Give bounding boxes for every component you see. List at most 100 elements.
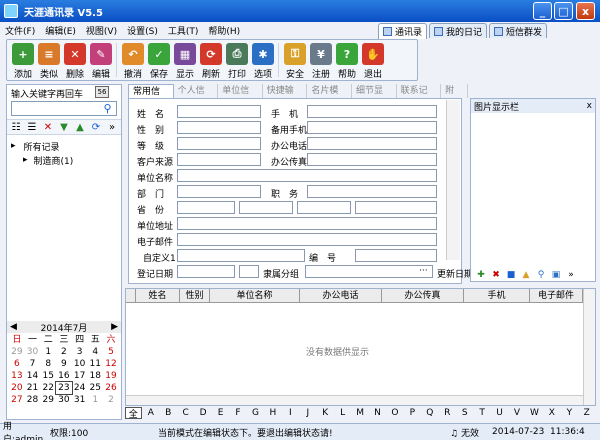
group-input[interactable] xyxy=(305,265,433,278)
form-tab[interactable]: 细节显示 xyxy=(352,84,397,110)
alphabet-filter-C[interactable]: C xyxy=(177,407,193,419)
next-month-icon[interactable]: ▶ xyxy=(111,322,118,332)
grid-column-header[interactable]: 单位名称 xyxy=(210,289,300,302)
group-edit-icon[interactable]: ☰ xyxy=(25,121,39,133)
city-input[interactable] xyxy=(239,201,293,214)
source-input[interactable] xyxy=(177,153,261,166)
calendar-day[interactable]: 13 xyxy=(9,370,25,382)
calendar-day[interactable]: 3 xyxy=(72,346,88,358)
calendar-day[interactable]: 30 xyxy=(25,346,41,358)
group-picker-button[interactable]: ··· xyxy=(419,266,428,276)
toolbar-button-6[interactable]: ▦ 显示 xyxy=(172,40,198,80)
alphabet-filter-W[interactable]: W xyxy=(526,407,542,419)
menu-file[interactable]: 文件(F) xyxy=(0,24,40,37)
form-tab[interactable]: 快捷输入 xyxy=(263,84,308,110)
calendar-day[interactable]: 11 xyxy=(87,358,103,370)
toolbar-button-11[interactable]: ¥ 注册 xyxy=(308,40,334,80)
calendar-day[interactable]: 24 xyxy=(72,382,88,394)
alphabet-filter-全[interactable]: 全 xyxy=(125,407,142,420)
calendar-day[interactable]: 20 xyxy=(9,382,25,394)
save-image-icon[interactable]: ■ xyxy=(505,269,517,280)
group-add-icon[interactable]: ☷ xyxy=(9,121,23,133)
email-input[interactable] xyxy=(177,233,437,246)
calendar-day[interactable]: 17 xyxy=(72,370,88,382)
refresh-tree-icon[interactable]: ⟳ xyxy=(89,121,103,133)
calendar-day[interactable]: 2 xyxy=(103,394,119,406)
position-input[interactable] xyxy=(307,185,437,198)
alphabet-filter-M[interactable]: M xyxy=(352,407,368,419)
alphabet-filter-K[interactable]: K xyxy=(317,407,333,419)
zoom-image-icon[interactable]: ⚲ xyxy=(535,269,547,280)
minimize-button[interactable]: _ xyxy=(533,2,552,20)
group-delete-icon[interactable]: ✕ xyxy=(41,121,55,133)
form-tab[interactable]: 常用信息 xyxy=(128,84,174,111)
calendar-day[interactable]: 8 xyxy=(40,358,56,370)
alphabet-filter-D[interactable]: D xyxy=(195,407,211,419)
calendar-day[interactable]: 5 xyxy=(103,346,119,358)
calendar-day[interactable]: 4 xyxy=(87,346,103,358)
tab-contacts[interactable]: 通讯录 xyxy=(378,23,428,39)
alphabet-filter-I[interactable]: I xyxy=(282,407,298,419)
custom1-input[interactable] xyxy=(177,249,305,262)
alphabet-filter-G[interactable]: G xyxy=(247,407,263,419)
toolbar-button-2[interactable]: ✕ 删除 xyxy=(62,40,88,80)
alphabet-filter-B[interactable]: B xyxy=(160,407,176,419)
province-input[interactable] xyxy=(177,201,235,214)
alphabet-filter-V[interactable]: V xyxy=(509,407,525,419)
grid-column-header[interactable]: 手机 xyxy=(464,289,530,302)
alphabet-filter-Y[interactable]: Y xyxy=(561,407,577,419)
alphabet-filter-S[interactable]: S xyxy=(456,407,472,419)
keyword-option-button[interactable]: 56 xyxy=(95,86,109,98)
calendar-day[interactable]: 7 xyxy=(25,358,41,370)
prev-month-icon[interactable]: ◀ xyxy=(10,322,17,332)
toolbar-button-4[interactable]: ↶ 撤消 xyxy=(120,40,146,80)
tab-sms[interactable]: 短信群发 xyxy=(489,23,548,38)
more-icon[interactable]: » xyxy=(105,121,119,133)
toolbar-button-7[interactable]: ⟳ 刷新 xyxy=(198,40,224,80)
more-icon[interactable]: » xyxy=(565,269,577,280)
toolbar-button-8[interactable]: ⎙ 打印 xyxy=(224,40,250,80)
toolbar-button-13[interactable]: ✋ 退出 xyxy=(360,40,386,80)
calendar-day[interactable]: 29 xyxy=(40,394,56,406)
form-tab[interactable]: 联系记录 xyxy=(397,84,442,110)
alphabet-filter-T[interactable]: T xyxy=(474,407,490,419)
alphabet-filter-Q[interactable]: Q xyxy=(422,407,438,419)
calendar-day[interactable]: 16 xyxy=(56,370,72,382)
reg-date-input[interactable] xyxy=(177,265,235,278)
calendar-day[interactable]: 15 xyxy=(40,370,56,382)
grid-column-header[interactable]: 电子邮件 xyxy=(530,289,583,302)
tree-node-manufacturer[interactable]: ▸ 制造商(1) xyxy=(11,153,119,167)
calendar-day[interactable]: 27 xyxy=(9,394,25,406)
open-image-icon[interactable]: ▲ xyxy=(520,269,532,280)
form-tab[interactable]: 附件 xyxy=(441,84,468,110)
close-button[interactable]: x xyxy=(576,2,595,20)
alphabet-filter-O[interactable]: O xyxy=(387,407,403,419)
form-scrollbar[interactable] xyxy=(446,100,460,260)
tab-diary[interactable]: 我的日记 xyxy=(429,23,488,38)
alphabet-filter-J[interactable]: J xyxy=(300,407,316,419)
form-tab[interactable]: 单位信息 xyxy=(218,84,263,110)
grid-vertical-scrollbar[interactable] xyxy=(583,289,595,405)
toolbar-button-1[interactable]: ≡ 类似 xyxy=(36,40,62,80)
calendar-day[interactable]: 28 xyxy=(25,394,41,406)
alphabet-filter-N[interactable]: N xyxy=(369,407,385,419)
menu-help[interactable]: 帮助(H) xyxy=(203,24,245,37)
office-fax-input[interactable] xyxy=(307,153,437,166)
calendar-day[interactable]: 6 xyxy=(9,358,25,370)
calendar-day[interactable]: 30 xyxy=(56,394,72,406)
move-down-icon[interactable]: ▼ xyxy=(57,121,71,133)
alphabet-filter-U[interactable]: U xyxy=(491,407,507,419)
mobile-input[interactable] xyxy=(307,105,437,118)
menu-settings[interactable]: 设置(S) xyxy=(122,24,163,37)
alphabet-filter-R[interactable]: R xyxy=(439,407,455,419)
menu-edit[interactable]: 编辑(E) xyxy=(40,24,81,37)
calendar-day[interactable]: 12 xyxy=(103,358,119,370)
grid-column-header[interactable]: 姓名 xyxy=(136,289,180,302)
image-pane-close-button[interactable]: x xyxy=(587,101,592,111)
office-phone-input[interactable] xyxy=(307,137,437,150)
company-input[interactable] xyxy=(177,169,437,182)
backup-mobile-input[interactable] xyxy=(307,121,437,134)
tree-node-all[interactable]: ▸ 所有记录 xyxy=(11,139,119,153)
grid-column-header[interactable]: 性别 xyxy=(180,289,210,302)
address-input[interactable] xyxy=(177,217,437,230)
